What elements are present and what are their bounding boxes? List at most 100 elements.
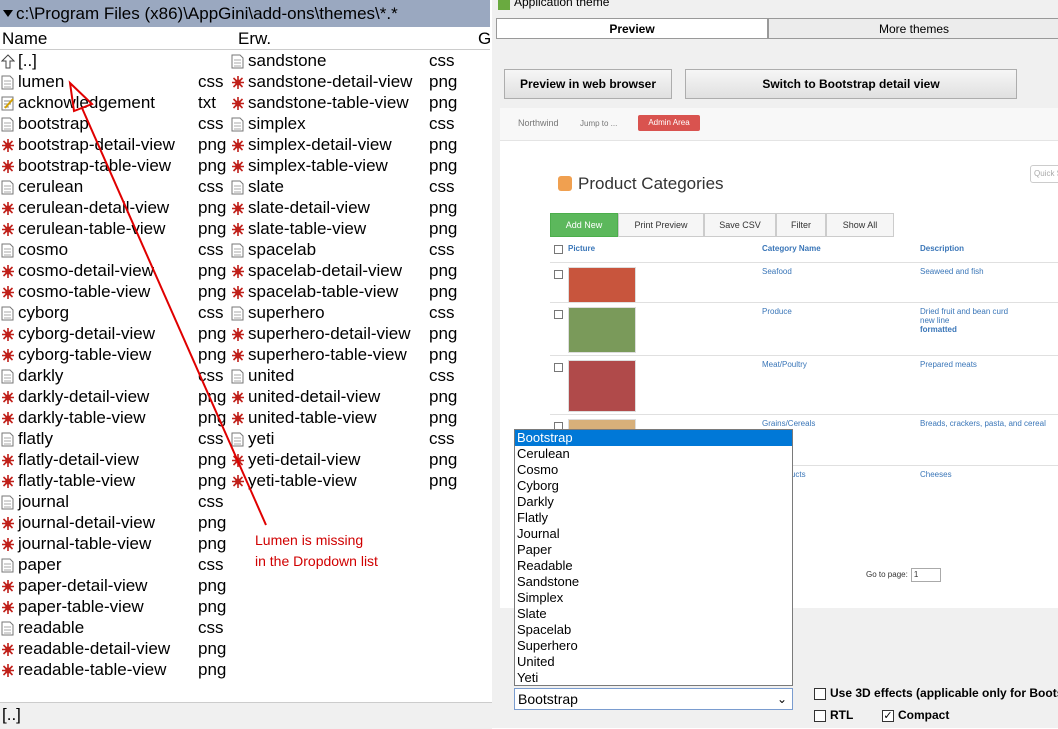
file-row[interactable]: cerulean css xyxy=(0,176,230,197)
file-row[interactable]: sandstone-table-view png xyxy=(230,92,460,113)
file-row[interactable]: spacelab css xyxy=(230,239,460,260)
file-ext: txt xyxy=(198,93,216,112)
rtl-checkbox[interactable] xyxy=(814,710,826,722)
file-row[interactable]: cyborg css xyxy=(0,302,230,323)
dropdown-option[interactable]: Spacelab xyxy=(515,622,792,638)
file-ext: css xyxy=(198,72,224,91)
file-row[interactable]: journal-detail-view png xyxy=(0,512,230,533)
file-row[interactable]: darkly-table-view png xyxy=(0,407,230,428)
file-name: cyborg xyxy=(18,303,70,322)
preview-in-browser-button[interactable]: Preview in web browser xyxy=(504,69,672,99)
dropdown-option[interactable]: Cosmo xyxy=(515,462,792,478)
file-row[interactable]: darkly css xyxy=(0,365,230,386)
file-row[interactable]: slate-table-view png xyxy=(230,218,460,239)
file-ext: png xyxy=(429,72,458,91)
dropdown-option[interactable]: United xyxy=(515,654,792,670)
file-row[interactable]: cosmo-table-view png xyxy=(0,281,230,302)
header-ext[interactable]: Erw. xyxy=(238,28,271,49)
file-name: slate-detail-view xyxy=(248,198,370,217)
file-name: flatly-detail-view xyxy=(18,450,139,469)
compact-checkbox[interactable]: ✓ xyxy=(882,710,894,722)
dropdown-option[interactable]: Sandstone xyxy=(515,574,792,590)
image-icon xyxy=(1,536,15,551)
dropdown-option[interactable]: Simplex xyxy=(515,590,792,606)
file-row[interactable]: cosmo css xyxy=(0,239,230,260)
header-g[interactable]: G xyxy=(478,28,491,49)
file-row[interactable]: flatly css xyxy=(0,428,230,449)
chevron-down-icon[interactable]: ⌄ xyxy=(777,689,787,709)
file-row[interactable]: yeti-table-view png xyxy=(230,470,460,491)
dropdown-option[interactable]: Slate xyxy=(515,606,792,622)
file-manager-panel: c:\Program Files (x86)\AppGini\add-ons\t… xyxy=(0,0,493,729)
dropdown-option[interactable]: Darkly xyxy=(515,494,792,510)
preview-jump-menu: Jump to ... xyxy=(580,119,618,128)
dropdown-option[interactable]: Cyborg xyxy=(515,478,792,494)
file-row[interactable]: cyborg-detail-view png xyxy=(0,323,230,344)
dropdown-option[interactable]: Superhero xyxy=(515,638,792,654)
file-row[interactable]: bootstrap-table-view png xyxy=(0,155,230,176)
file-row[interactable]: sandstone css xyxy=(230,50,460,71)
file-row[interactable]: simplex-table-view png xyxy=(230,155,460,176)
dropdown-triangle-icon[interactable] xyxy=(3,10,13,18)
dropdown-option[interactable]: Paper xyxy=(515,542,792,558)
theme-select[interactable]: Bootstrap ⌄ xyxy=(514,688,793,710)
file-row[interactable]: spacelab-table-view png xyxy=(230,281,460,302)
file-row[interactable]: paper-detail-view png xyxy=(0,575,230,596)
file-row[interactable]: acknowledgement txt xyxy=(0,92,230,113)
use-3d-effects-checkbox[interactable] xyxy=(814,688,826,700)
file-name: bootstrap xyxy=(18,114,89,133)
file-row[interactable]: united-detail-view png xyxy=(230,386,460,407)
file-row[interactable]: readable css xyxy=(0,617,230,638)
file-row[interactable]: yeti css xyxy=(230,428,460,449)
file-row[interactable]: readable-detail-view png xyxy=(0,638,230,659)
file-row[interactable]: paper css xyxy=(0,554,230,575)
file-row[interactable]: lumen css xyxy=(0,71,230,92)
file-row[interactable]: readable-table-view png xyxy=(0,659,230,680)
file-name: darkly-detail-view xyxy=(18,387,150,406)
dropdown-option[interactable]: Journal xyxy=(515,526,792,542)
switch-bootstrap-button[interactable]: Switch to Bootstrap detail view xyxy=(685,69,1017,99)
file-row[interactable]: superhero css xyxy=(230,302,460,323)
dropdown-option[interactable]: Readable xyxy=(515,558,792,574)
file-row[interactable]: slate css xyxy=(230,176,460,197)
file-icon xyxy=(231,242,245,258)
dropdown-option[interactable]: Flatly xyxy=(515,510,792,526)
path-text: c:\Program Files (x86)\AppGini\add-ons\t… xyxy=(16,4,398,23)
tab-more-themes[interactable]: More themes xyxy=(768,18,1058,39)
file-row[interactable]: yeti-detail-view png xyxy=(230,449,460,470)
file-row[interactable]: journal-table-view png xyxy=(0,533,230,554)
file-row[interactable]: cosmo-detail-view png xyxy=(0,260,230,281)
file-row[interactable]: bootstrap css xyxy=(0,113,230,134)
file-row[interactable]: simplex css xyxy=(230,113,460,134)
file-row[interactable]: journal css xyxy=(0,491,230,512)
file-row[interactable]: sandstone-detail-view png xyxy=(230,71,460,92)
image-icon xyxy=(1,662,15,677)
header-name[interactable]: Name xyxy=(2,28,47,49)
file-row[interactable]: darkly-detail-view png xyxy=(0,386,230,407)
file-row[interactable]: superhero-table-view png xyxy=(230,344,460,365)
path-bar[interactable]: c:\Program Files (x86)\AppGini\add-ons\t… xyxy=(0,0,490,27)
file-row[interactable]: flatly-detail-view png xyxy=(0,449,230,470)
file-ext: css xyxy=(429,114,455,133)
file-row[interactable]: simplex-detail-view png xyxy=(230,134,460,155)
file-ext: png xyxy=(198,450,227,469)
dropdown-option[interactable]: Yeti xyxy=(515,670,792,686)
tab-preview[interactable]: Preview xyxy=(496,18,768,40)
theme-dropdown-list[interactable]: Bootstrap Cerulean Cosmo Cyborg Darkly Flatly… xyxy=(514,429,793,686)
file-row[interactable]: bootstrap-detail-view png xyxy=(0,134,230,155)
file-name: superhero-table-view xyxy=(248,345,407,364)
file-name: slate xyxy=(248,177,284,196)
file-row[interactable]: paper-table-view png xyxy=(0,596,230,617)
dropdown-option[interactable]: Cerulean xyxy=(515,446,792,462)
file-row[interactable]: united css xyxy=(230,365,460,386)
file-row[interactable]: united-table-view png xyxy=(230,407,460,428)
dropdown-option[interactable]: Bootstrap xyxy=(515,430,792,446)
file-row[interactable]: slate-detail-view png xyxy=(230,197,460,218)
file-row[interactable]: spacelab-detail-view png xyxy=(230,260,460,281)
file-row[interactable]: superhero-detail-view png xyxy=(230,323,460,344)
file-row[interactable]: cerulean-table-view png xyxy=(0,218,230,239)
file-row[interactable]: [..] xyxy=(0,50,230,71)
file-row[interactable]: cyborg-table-view png xyxy=(0,344,230,365)
file-row[interactable]: flatly-table-view png xyxy=(0,470,230,491)
file-row[interactable]: cerulean-detail-view png xyxy=(0,197,230,218)
